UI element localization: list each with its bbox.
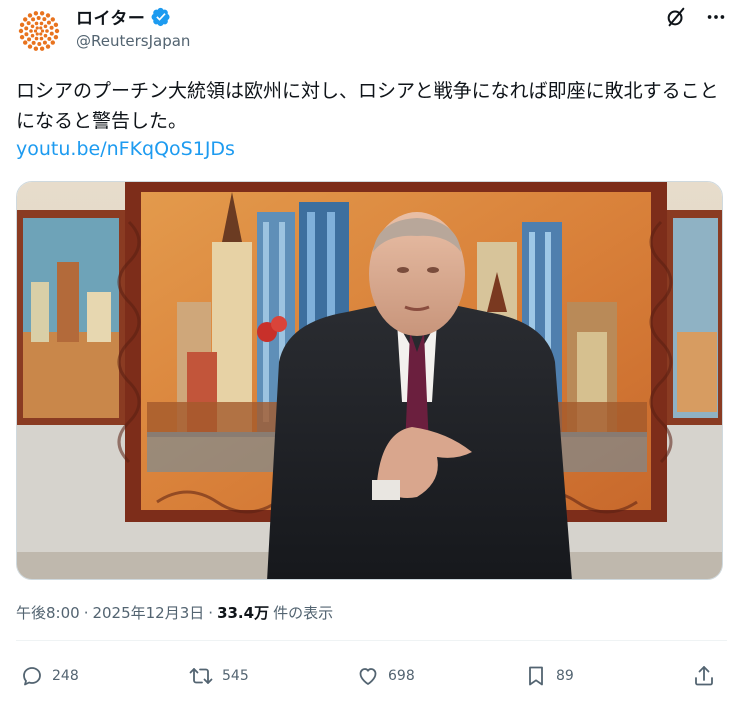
retweet-icon [189,668,213,684]
views-count: 33.4万 [217,604,270,622]
tweet-date[interactable]: 2025年12月3日 [92,602,204,623]
grok-icon[interactable] [665,6,687,28]
account-name-row: ロイター [76,4,171,29]
meta-separator: · [208,603,214,622]
like-button[interactable]: 698 [356,660,415,692]
tweet-media-image[interactable] [16,181,723,580]
top-right-actions [665,6,727,28]
reply-icon [23,667,41,686]
reply-button[interactable]: 248 [20,660,79,692]
reuters-logo-icon[interactable] [16,8,62,54]
bookmark-button[interactable]: 89 [524,660,574,692]
heart-icon [359,668,377,685]
tweet-link[interactable]: youtu.be/nFKqQoS1JDs [16,138,235,160]
divider [16,640,727,641]
action-bar: 248 545 698 89 [20,660,723,692]
more-icon[interactable] [705,6,727,28]
retweet-button[interactable]: 545 [188,660,249,692]
share-icon [695,666,713,686]
tweet-time[interactable]: 午後8:00 [16,602,80,623]
bookmark-icon [529,666,543,686]
account-name[interactable]: ロイター [76,4,145,29]
like-count: 698 [388,668,415,684]
reply-count: 248 [52,668,79,684]
account-handle[interactable]: @ReutersJapan [76,32,190,50]
verified-badge-icon [151,7,170,26]
share-button[interactable] [692,660,716,692]
tweet-text: ロシアのプーチン大統領は欧州に対し、ロシアと戦争になれば即座に敗北することになる… [16,80,719,132]
retweet-count: 545 [222,668,249,684]
media-illustration [17,182,722,579]
bookmark-count: 89 [556,668,574,684]
tweet-meta: 午後8:00 · 2025年12月3日 · 33.4万 件の表示 [16,602,333,623]
views-label: 件の表示 [273,604,334,622]
meta-separator: · [83,603,89,622]
